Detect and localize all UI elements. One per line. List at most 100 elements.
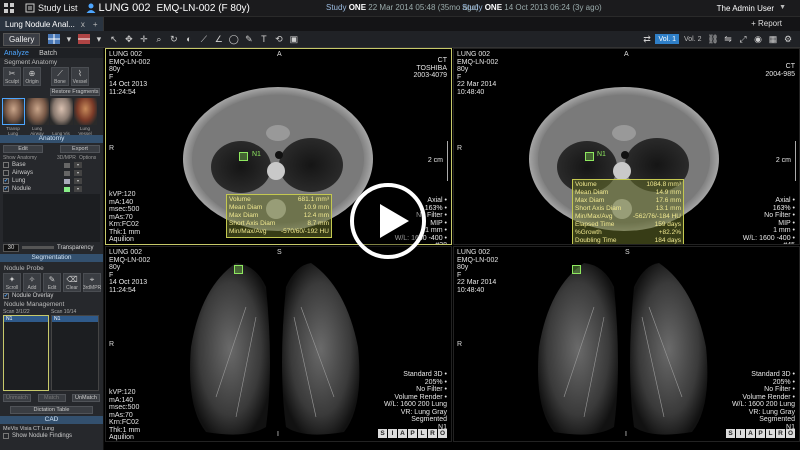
nodule-marker[interactable] (239, 152, 248, 161)
transparency-value[interactable]: 30 (3, 243, 19, 252)
orient-s-button[interactable]: S (726, 429, 735, 438)
nodule-marker[interactable] (234, 265, 243, 274)
tab-analyze[interactable]: Analyze (0, 49, 33, 58)
list-item[interactable]: N1 (4, 316, 48, 322)
thumb-transp-lung[interactable] (1, 98, 25, 125)
series-layout-icon[interactable] (77, 33, 90, 45)
thumb-lung-vessel[interactable] (73, 98, 97, 125)
viewport-3d-prior[interactable]: LUNG 002 EMQ-LN-002 80y F 14 Oct 2013 11… (105, 246, 452, 442)
checkbox-checked[interactable]: ✔ (3, 178, 9, 184)
angle-icon[interactable]: ∠ (213, 33, 225, 45)
orient-r-button[interactable]: R (428, 429, 437, 438)
orient-i-button[interactable]: I (388, 429, 397, 438)
orient-p-button[interactable]: P (408, 429, 417, 438)
orient-o-button[interactable]: O (438, 429, 447, 438)
options-dropdown[interactable]: ▾ (74, 186, 82, 192)
list-item[interactable]: N1 (52, 316, 98, 322)
vol-1-button[interactable]: Vol. 1 (655, 34, 679, 44)
report-button[interactable]: + Report (751, 19, 782, 28)
options-dropdown[interactable]: ▾ (74, 162, 82, 168)
layout-grid-icon[interactable] (47, 33, 60, 45)
anatomy-row-base[interactable]: Base ▾ (0, 161, 103, 169)
color-swatch[interactable] (64, 162, 70, 168)
link-icon[interactable]: ⛓ (707, 33, 719, 45)
settings-icon[interactable]: ⚙ (782, 33, 794, 45)
thumb-lung-airway[interactable] (25, 98, 49, 125)
fullscreen-icon[interactable]: ⤢ (737, 33, 749, 45)
orient-p-button[interactable]: P (756, 429, 765, 438)
clear-button[interactable]: ⌫ Clear (63, 273, 81, 292)
dictation-table-button[interactable]: Dictation Table (10, 406, 93, 414)
export-button[interactable]: Export (60, 145, 100, 153)
checkbox[interactable] (3, 162, 9, 168)
viewport-3d-current[interactable]: LUNG 002 EMQ-LN-002 80y F 22 Mar 2014 10… (453, 246, 800, 442)
reset-icon[interactable]: ⟲ (273, 33, 285, 45)
series-dropdown-icon[interactable]: ▾ (93, 33, 105, 45)
ruler-icon[interactable]: ⟋ (198, 33, 210, 45)
camera-icon[interactable]: ◉ (752, 33, 764, 45)
orient-a-button[interactable]: A (746, 429, 755, 438)
cad-section-header[interactable]: CAD (0, 416, 103, 424)
freehand-icon[interactable]: ✎ (243, 33, 255, 45)
user-menu[interactable]: The Admin User (717, 4, 774, 13)
show-findings-toggle[interactable]: Show Nodule Findings (0, 432, 103, 440)
viewport-axial-current[interactable]: LUNG 002 EMQ-LN-002 80y F 22 Mar 2014 10… (453, 48, 800, 245)
anatomy-section-header[interactable]: Anatomy (0, 135, 103, 143)
scan-2-list[interactable]: N1 (51, 315, 99, 391)
unmatch-button[interactable]: Unmatch (3, 394, 31, 402)
grid-view-icon[interactable]: ▦ (767, 33, 779, 45)
thumb-lung-vis[interactable] (49, 98, 73, 125)
video-play-button[interactable] (350, 183, 426, 259)
window-level-icon[interactable]: ◐ (183, 33, 195, 45)
checkbox[interactable] (3, 433, 9, 439)
nodule-overlay-toggle[interactable]: ✔ Nodule Overlay (0, 292, 103, 300)
anatomy-row-airways[interactable]: Airways ▾ (0, 169, 103, 177)
anatomy-row-lung[interactable]: ✔ Lung ▾ (0, 177, 103, 185)
pointer-icon[interactable]: ↖ (108, 33, 120, 45)
mpr-button[interactable]: ⌖ 3rdMPR (83, 273, 101, 292)
app-menu-button[interactable] (0, 0, 21, 17)
edit-nodule-button[interactable]: ✎ Edit (43, 273, 61, 292)
checkbox-checked[interactable]: ✔ (3, 186, 9, 192)
add-nodule-button[interactable]: ✧ Add (23, 273, 41, 292)
orient-a-button[interactable]: A (398, 429, 407, 438)
segmentation-section-header[interactable]: Segmentation (0, 254, 103, 262)
checkbox[interactable] (3, 170, 9, 176)
color-swatch[interactable] (64, 178, 70, 184)
orient-i-button[interactable]: I (736, 429, 745, 438)
sculpt-button[interactable]: ✂ Sculpt (3, 67, 21, 86)
tab-lung-nodule-analysis[interactable]: Lung Nodule Anal... x + (0, 17, 104, 31)
study-1-info[interactable]: Study ONE 22 Mar 2014 05:48 (35mo ago) (326, 3, 479, 12)
anatomy-row-nodule[interactable]: ✔ Nodule ▾ (0, 185, 103, 193)
origin-button[interactable]: ⊕ Origin (23, 67, 41, 86)
study-2-info[interactable]: Study ONE 14 Oct 2013 06:24 (3y ago) (462, 3, 602, 12)
compare-icon[interactable]: ⇋ (722, 33, 734, 45)
match-button[interactable]: Match (37, 394, 66, 402)
orient-o-button[interactable]: O (786, 429, 795, 438)
study-list-button[interactable]: Study List (21, 0, 82, 17)
crosshair-icon[interactable]: ✛ (138, 33, 150, 45)
rotate-icon[interactable]: ↻ (168, 33, 180, 45)
scroll-button[interactable]: ✦ Scroll (3, 273, 21, 292)
checkbox-checked[interactable]: ✔ (3, 293, 9, 299)
orient-l-button[interactable]: L (418, 429, 427, 438)
edit-button[interactable]: Edit (3, 145, 43, 153)
color-swatch[interactable] (64, 186, 70, 192)
scan-1-list[interactable]: N1 (3, 315, 49, 391)
color-swatch[interactable] (64, 170, 70, 176)
orient-l-button[interactable]: L (766, 429, 775, 438)
nodule-marker[interactable] (585, 152, 594, 161)
options-dropdown[interactable]: ▾ (74, 170, 82, 176)
layout-dropdown-icon[interactable]: ▾ (63, 33, 75, 45)
orient-s-button[interactable]: S (378, 429, 387, 438)
nodule-marker[interactable] (572, 265, 581, 274)
transparency-slider[interactable] (22, 246, 54, 249)
screenshot-icon[interactable]: ▣ (288, 33, 300, 45)
close-icon[interactable]: x (81, 20, 85, 29)
zoom-icon[interactable]: ⌕ (153, 33, 165, 45)
tab-batch[interactable]: Batch (35, 49, 61, 58)
chevron-down-icon[interactable]: ▼ (779, 4, 786, 11)
restore-fragments-button[interactable]: Restore Fragments (50, 88, 100, 96)
add-tab-icon[interactable]: + (93, 20, 98, 29)
gallery-button[interactable]: Gallery (3, 32, 41, 46)
